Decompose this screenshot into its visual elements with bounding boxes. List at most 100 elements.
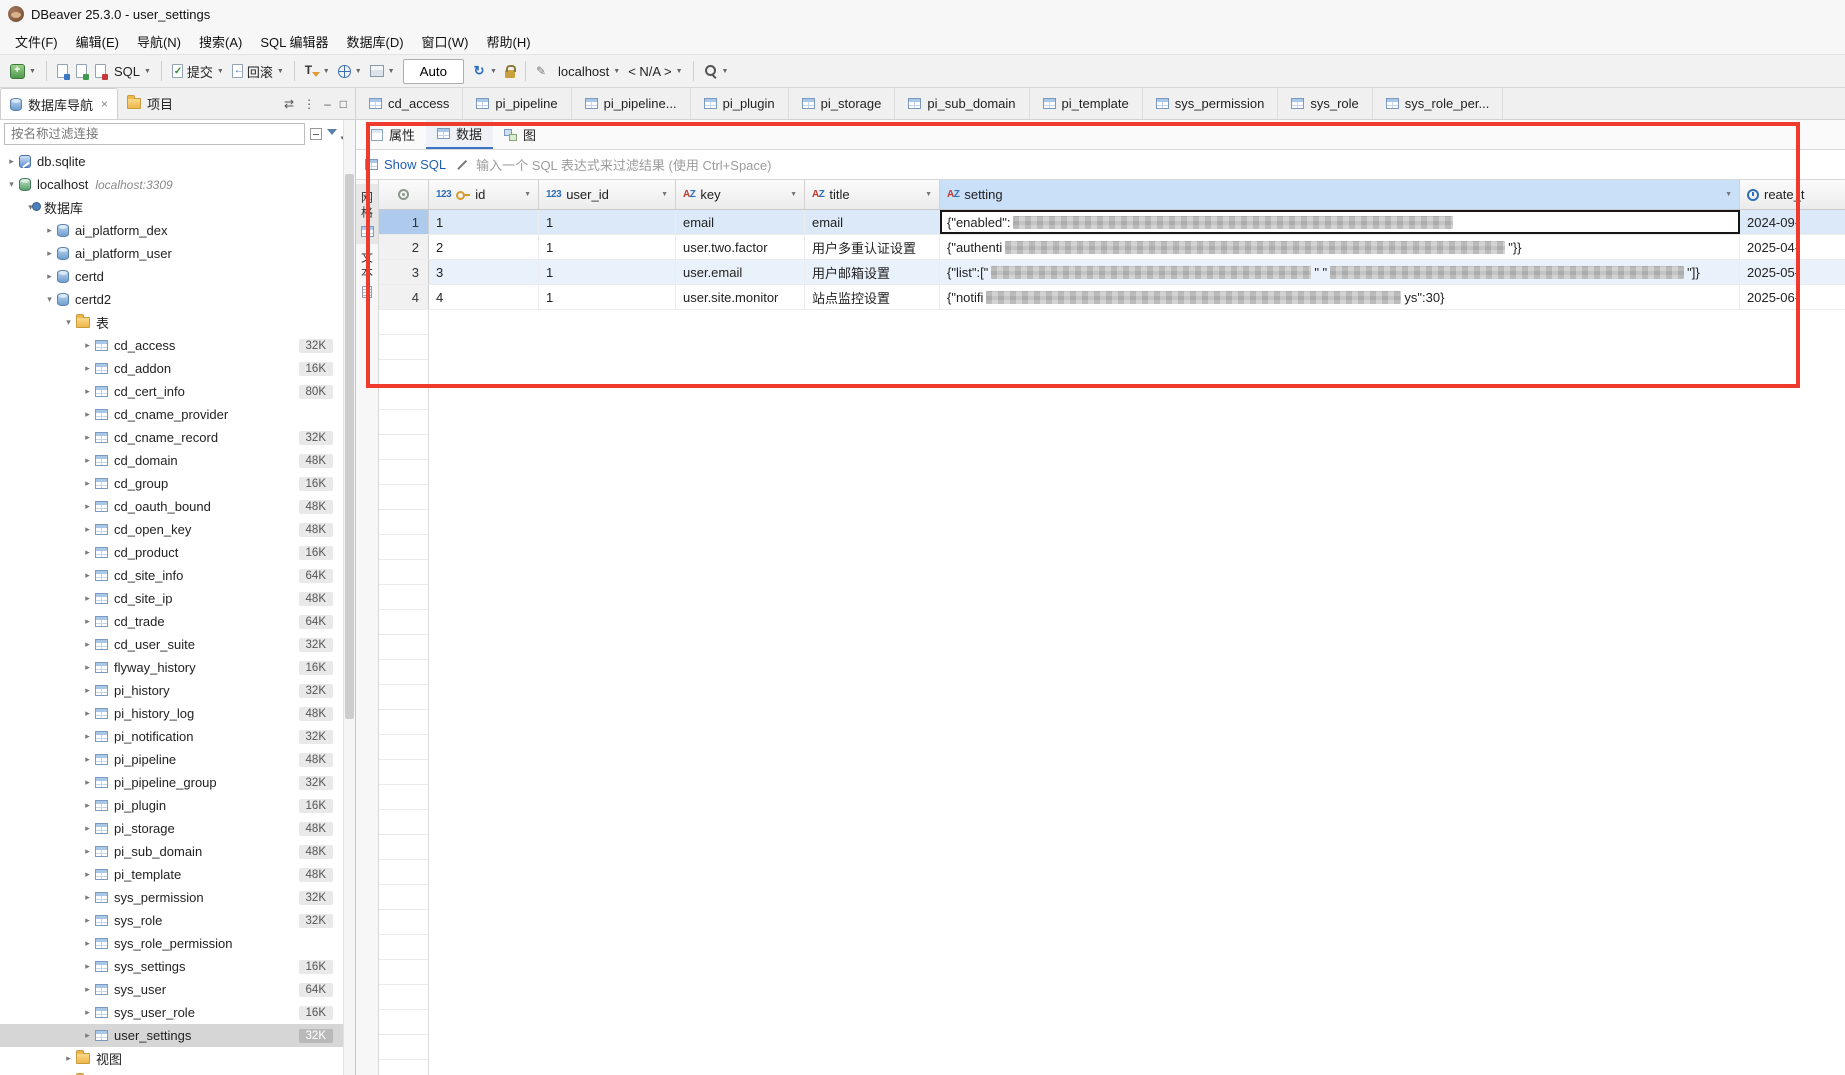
row-number-cell[interactable]: 1 (379, 210, 429, 234)
tree-item-sys_user_role[interactable]: ▸sys_user_role16K (0, 1001, 355, 1024)
tree-item-ai_platform_user[interactable]: ▸ai_platform_user (0, 242, 355, 265)
menu-item[interactable]: 导航(N) (128, 29, 190, 54)
cell-key[interactable]: user.site.monitor (676, 285, 805, 309)
chevron-collapsed-icon[interactable]: ▸ (81, 846, 94, 857)
column-dropdown-icon[interactable]: ▼ (1725, 191, 1732, 198)
filter-funnel-icon[interactable] (327, 128, 341, 140)
editor-tab[interactable]: pi_template (1030, 88, 1143, 119)
empty-row-number-cell[interactable] (379, 735, 429, 760)
menu-item[interactable]: 文件(F) (6, 29, 67, 54)
tree-item-cd_open_key[interactable]: ▸cd_open_key48K (0, 518, 355, 541)
column-header-reate_t[interactable]: reate_t (1740, 180, 1845, 209)
column-dropdown-icon[interactable]: ▼ (524, 191, 531, 198)
view-tab-text[interactable]: 文本 (356, 244, 378, 305)
empty-row-number-cell[interactable] (379, 310, 429, 335)
empty-row-number-cell[interactable] (379, 685, 429, 710)
column-header-setting[interactable]: AZsetting▼ (940, 180, 1740, 209)
tree-item-[interactable]: ▸视图 (0, 1047, 355, 1070)
chevron-collapsed-icon[interactable]: ▸ (43, 225, 56, 236)
cell-create-time[interactable]: 2025-04- (1740, 235, 1845, 259)
empty-row-number-cell[interactable] (379, 785, 429, 810)
tab-data[interactable]: 数据 (426, 120, 493, 149)
editor-tab[interactable]: pi_pipeline (463, 88, 571, 119)
tree-item-cd_site_info[interactable]: ▸cd_site_info64K (0, 564, 355, 587)
tree-item-sys_settings[interactable]: ▸sys_settings16K (0, 955, 355, 978)
empty-row-number-cell[interactable] (379, 460, 429, 485)
chevron-expanded-icon[interactable]: ▾ (43, 294, 56, 305)
chevron-collapsed-icon[interactable]: ▸ (81, 662, 94, 673)
cell-create-time[interactable]: 2025-05- (1740, 260, 1845, 284)
tree-item-pi_history[interactable]: ▸pi_history32K (0, 679, 355, 702)
chevron-collapsed-icon[interactable]: ▸ (81, 616, 94, 627)
tree-item-cd_product[interactable]: ▸cd_product16K (0, 541, 355, 564)
recent-sql-button[interactable] (91, 60, 110, 82)
tree-item-[interactable]: ▾数据库 (0, 196, 355, 219)
tree-item-cd_user_suite[interactable]: ▸cd_user_suite32K (0, 633, 355, 656)
tree-item-sys_user[interactable]: ▸sys_user64K (0, 978, 355, 1001)
column-dropdown-icon[interactable]: ▼ (925, 191, 932, 198)
empty-row-number-cell[interactable] (379, 910, 429, 935)
empty-row-number-cell[interactable] (379, 585, 429, 610)
chevron-collapsed-icon[interactable]: ▸ (81, 593, 94, 604)
view-menu-icon[interactable]: ⋮ (303, 97, 315, 111)
cell-setting[interactable]: {"list":["" ""]} (940, 260, 1740, 284)
tree-item-cd_cname_record[interactable]: ▸cd_cname_record32K (0, 426, 355, 449)
empty-row-number-cell[interactable] (379, 535, 429, 560)
editor-tab[interactable]: sys_role (1278, 88, 1372, 119)
chevron-collapsed-icon[interactable]: ▸ (81, 938, 94, 949)
tree-item-cd_cert_info[interactable]: ▸cd_cert_info80K (0, 380, 355, 403)
minimize-icon[interactable]: – (324, 97, 331, 111)
tree-item-dbsqlite[interactable]: ▸db.sqlite (0, 150, 355, 173)
cell-id[interactable]: 2 (429, 235, 539, 259)
column-header-user_id[interactable]: 123user_id▼ (539, 180, 676, 209)
tree-item-pi_template[interactable]: ▸pi_template48K (0, 863, 355, 886)
view-tab-grid[interactable]: 网格 (356, 184, 378, 244)
rollback-button[interactable]: 回滚▼ (228, 58, 288, 85)
tree-item-pi_plugin[interactable]: ▸pi_plugin16K (0, 794, 355, 817)
menu-item[interactable]: 数据库(D) (338, 29, 413, 54)
chevron-collapsed-icon[interactable]: ▸ (81, 708, 94, 719)
close-icon[interactable]: × (101, 97, 108, 111)
tree-item-pi_sub_domain[interactable]: ▸pi_sub_domain48K (0, 840, 355, 863)
tree-item-sys_role[interactable]: ▸sys_role32K (0, 909, 355, 932)
tab-projects[interactable]: 项目 (118, 88, 182, 119)
output-panel-button[interactable]: ▼ (366, 61, 399, 81)
empty-row-number-cell[interactable] (379, 960, 429, 985)
column-dropdown-icon[interactable]: ▼ (790, 191, 797, 198)
cell-setting[interactable]: {"notifiys":30} (940, 285, 1740, 309)
tree-item-sys_permission[interactable]: ▸sys_permission32K (0, 886, 355, 909)
empty-row-number-cell[interactable] (379, 335, 429, 360)
chevron-collapsed-icon[interactable]: ▸ (81, 1030, 94, 1041)
tree-item-cd_site_ip[interactable]: ▸cd_site_ip48K (0, 587, 355, 610)
empty-row-number-cell[interactable] (379, 410, 429, 435)
chevron-collapsed-icon[interactable]: ▸ (81, 478, 94, 489)
empty-row-number-cell[interactable] (379, 560, 429, 585)
empty-row-number-cell[interactable] (379, 885, 429, 910)
column-dropdown-icon[interactable]: ▼ (661, 191, 668, 198)
tree-item-cd_oauth_bound[interactable]: ▸cd_oauth_bound48K (0, 495, 355, 518)
expand-filter-icon[interactable] (455, 159, 467, 171)
empty-row-number-cell[interactable] (379, 1035, 429, 1060)
transaction-filter-button[interactable]: ▼ (301, 60, 334, 82)
cell-title[interactable]: 用户邮箱设置 (805, 260, 940, 284)
chevron-collapsed-icon[interactable]: ▸ (81, 777, 94, 788)
chevron-expanded-icon[interactable]: ▾ (5, 179, 18, 190)
chevron-collapsed-icon[interactable]: ▸ (43, 271, 56, 282)
cell-setting[interactable]: {"authenti"}} (940, 235, 1740, 259)
tree-item-cd_addon[interactable]: ▸cd_addon16K (0, 357, 355, 380)
chevron-collapsed-icon[interactable]: ▸ (81, 363, 94, 374)
chevron-collapsed-icon[interactable]: ▸ (81, 984, 94, 995)
row-number-cell[interactable]: 3 (379, 260, 429, 284)
tree-item-cd_access[interactable]: ▸cd_access32K (0, 334, 355, 357)
cell-user-id[interactable]: 1 (539, 210, 676, 234)
sql-menu-button[interactable]: SQL▼ (110, 60, 155, 83)
chevron-collapsed-icon[interactable]: ▸ (81, 570, 94, 581)
empty-row-number-cell[interactable] (379, 610, 429, 635)
empty-row-number-cell[interactable] (379, 860, 429, 885)
cell-id[interactable]: 1 (429, 210, 539, 234)
cell-id[interactable]: 4 (429, 285, 539, 309)
cell-title[interactable]: 站点监控设置 (805, 285, 940, 309)
link-editor-icon[interactable]: ⇄ (284, 97, 294, 111)
refresh-button[interactable]: ↻▼ (468, 60, 501, 82)
cell-key[interactable]: user.two.factor (676, 235, 805, 259)
